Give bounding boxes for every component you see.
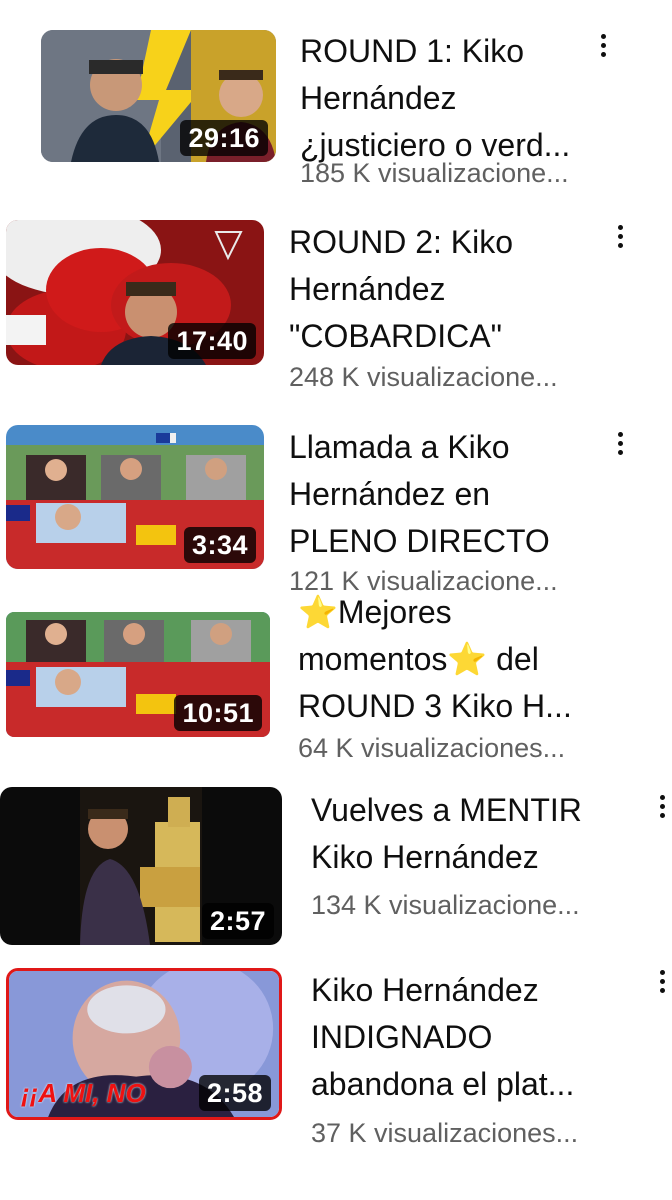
- video-duration: 17:40: [168, 323, 256, 359]
- video-thumbnail[interactable]: 3:34: [6, 425, 264, 569]
- video-thumbnail[interactable]: 10:51: [6, 612, 270, 737]
- video-title[interactable]: Llamada a Kiko Hernández en PLENO DIRECT…: [289, 424, 599, 565]
- video-title-line: Kiko Hernández: [311, 839, 539, 875]
- video-title[interactable]: ROUND 2: Kiko Hernández "COBARDICA": [289, 219, 599, 360]
- video-title-line: Kiko Hernández: [311, 972, 539, 1008]
- video-title-line: ROUND 1: Kiko: [300, 33, 525, 69]
- more-vert-icon[interactable]: [610, 221, 630, 251]
- video-title-line: Hernández: [289, 271, 446, 307]
- thumbnail-caption: ¡¡A MI, NO: [21, 1078, 146, 1108]
- video-views: 37 K visualizaciones...: [311, 1118, 579, 1148]
- video-title[interactable]: ⭐Mejores momentos⭐ del ROUND 3 Kiko H...: [298, 589, 608, 730]
- video-duration: 3:34: [183, 527, 256, 563]
- more-vert-icon[interactable]: [652, 966, 672, 996]
- video-title-line: ⭐Mejores: [298, 594, 452, 630]
- video-thumbnail[interactable]: 2:57: [0, 787, 282, 945]
- video-views: 185 K visualizacione...: [300, 158, 569, 188]
- video-thumbnail[interactable]: ¡¡A MI, NO 2:58: [6, 968, 282, 1120]
- video-duration: 10:51: [174, 695, 262, 731]
- video-views: 64 K visualizaciones...: [298, 733, 566, 763]
- more-vert-icon[interactable]: [593, 30, 613, 60]
- video-duration: 29:16: [180, 120, 268, 156]
- video-title[interactable]: ROUND 1: Kiko Hernández ¿justiciero o ve…: [300, 28, 600, 169]
- video-title-line: momentos⭐ del: [298, 641, 539, 677]
- video-title-line: Llamada a Kiko: [289, 429, 510, 465]
- video-title-line: Hernández: [300, 80, 457, 116]
- more-vert-icon[interactable]: [610, 428, 630, 458]
- video-title-line: "COBARDICA": [289, 318, 502, 354]
- video-thumbnail[interactable]: 17:40: [6, 220, 264, 365]
- video-title-line: INDIGNADO: [311, 1019, 493, 1055]
- video-title[interactable]: Vuelves a MENTIR Kiko Hernández: [311, 787, 651, 881]
- video-views: 134 K visualizacione...: [311, 890, 580, 920]
- video-views: 248 K visualizacione...: [289, 362, 558, 392]
- video-title-line: ROUND 3 Kiko H...: [298, 688, 572, 724]
- video-duration: 2:58: [198, 1075, 271, 1111]
- video-duration: 2:57: [201, 903, 274, 939]
- video-title-line: ROUND 2: Kiko: [289, 224, 514, 260]
- video-title-line: PLENO DIRECTO: [289, 523, 550, 559]
- more-vert-icon[interactable]: [652, 791, 672, 821]
- video-thumbnail[interactable]: 29:16: [41, 30, 276, 162]
- video-title[interactable]: Kiko Hernández INDIGNADO abandona el pla…: [311, 967, 651, 1108]
- video-title-line: Vuelves a MENTIR: [311, 792, 582, 828]
- video-title-line: abandona el plat...: [311, 1066, 575, 1102]
- video-title-line: Hernández en: [289, 476, 491, 512]
